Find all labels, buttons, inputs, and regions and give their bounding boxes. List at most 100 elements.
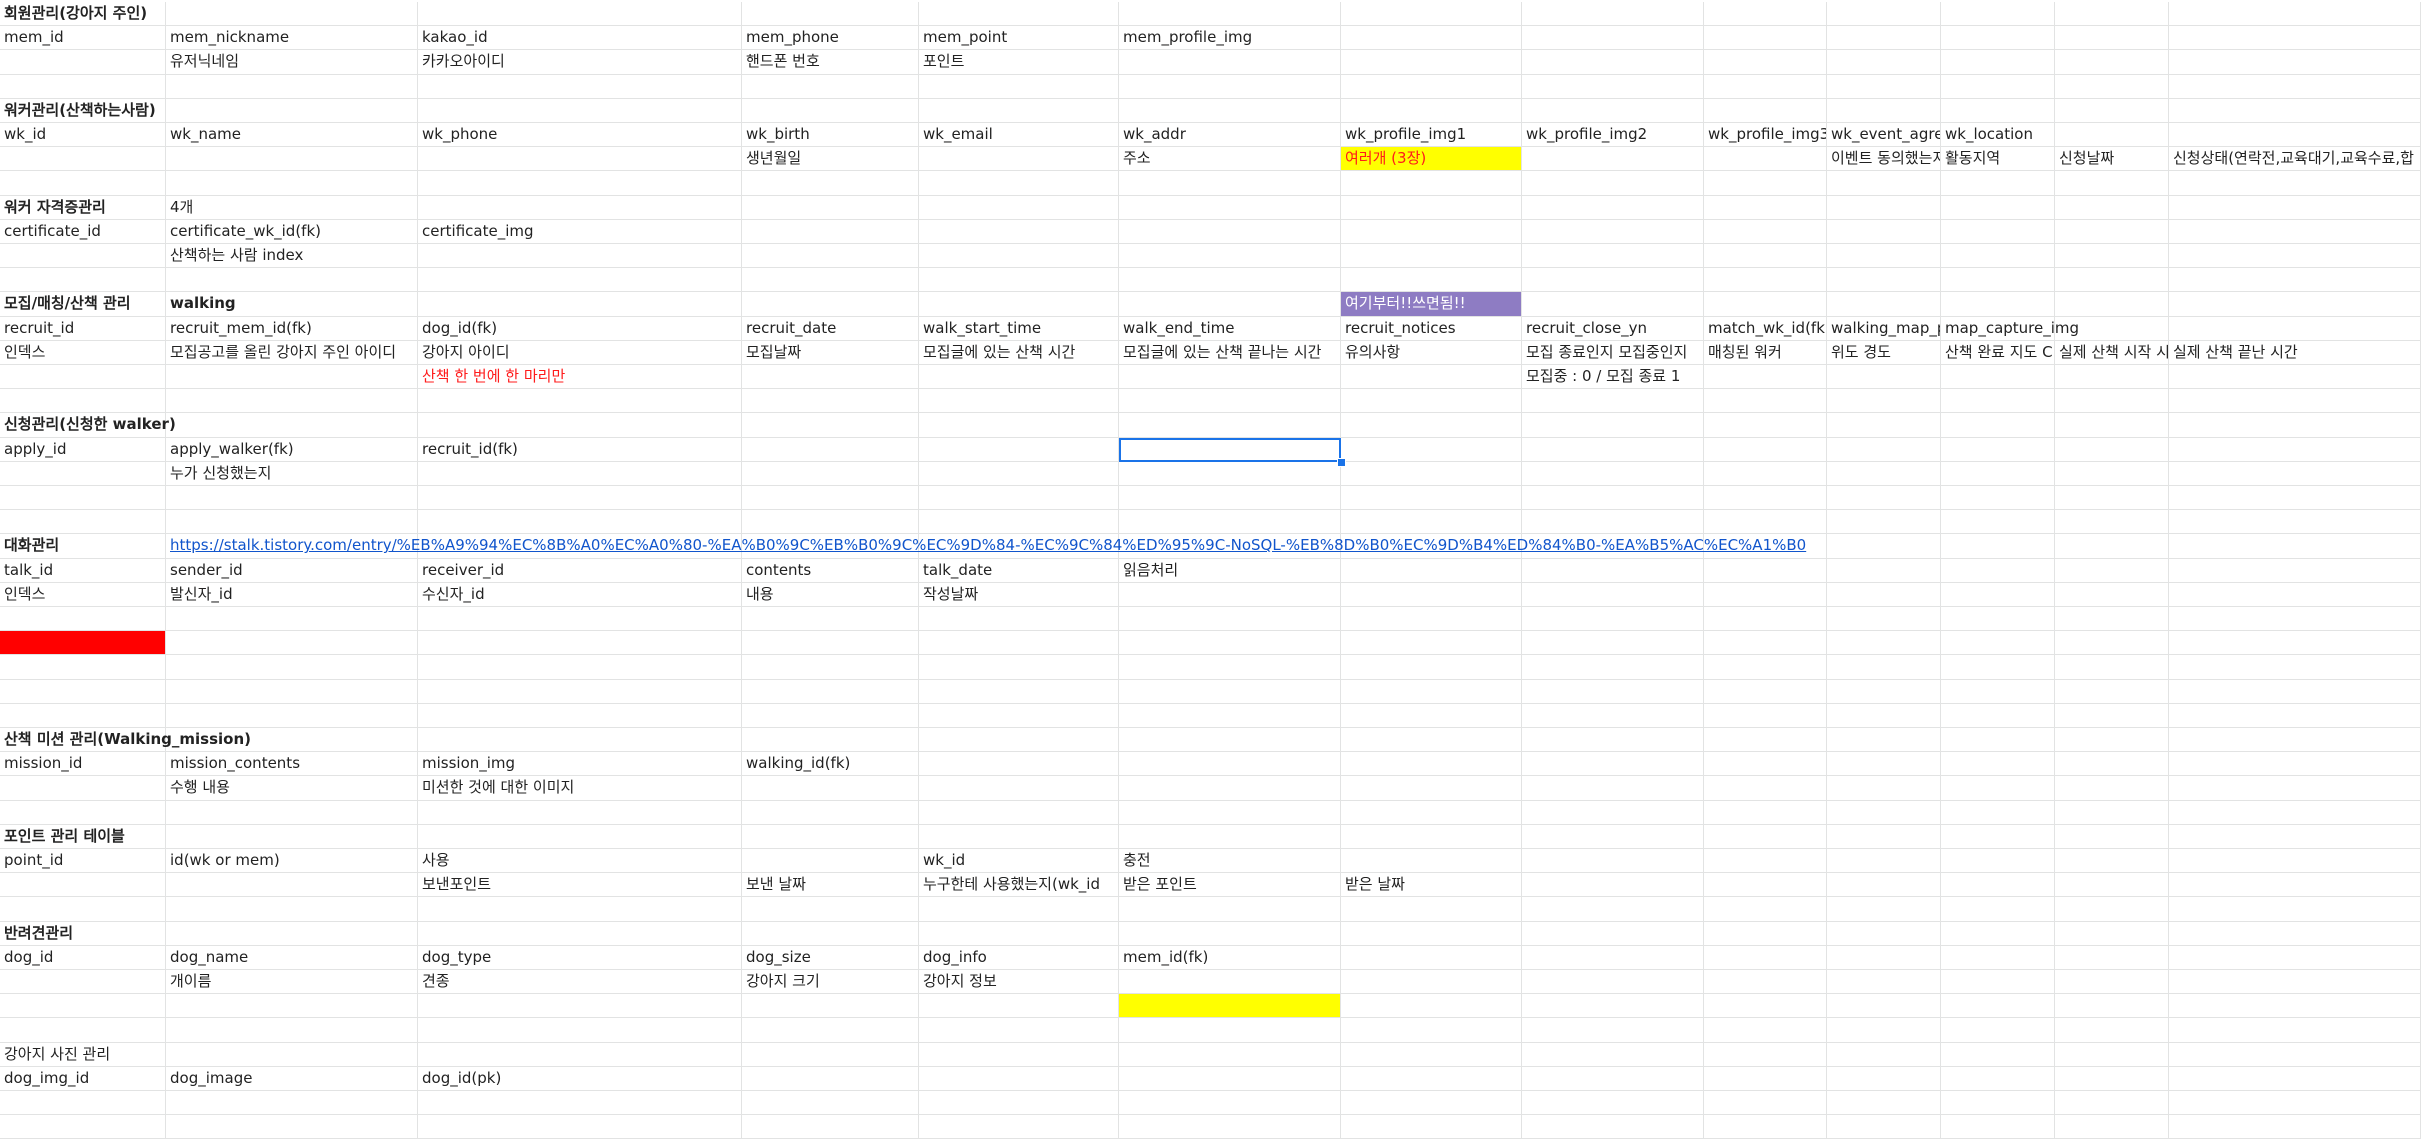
cell[interactable] [2169, 970, 2421, 995]
cell[interactable] [1941, 1042, 2055, 1067]
cell[interactable] [742, 1042, 919, 1067]
cell[interactable] [1941, 510, 2055, 535]
cell[interactable]: 실제 산책 끝난 시간 [2169, 340, 2421, 365]
cell[interactable] [1341, 800, 1522, 825]
cell[interactable] [2169, 558, 2421, 583]
cell[interactable] [919, 728, 1119, 753]
cell[interactable] [2055, 631, 2169, 656]
cell[interactable] [1119, 1042, 1341, 1067]
cell[interactable] [742, 994, 919, 1019]
cell[interactable]: dog_id [0, 945, 166, 970]
cell[interactable]: 활동지역 [1941, 147, 2055, 172]
cell[interactable]: dog_image [166, 1066, 418, 1091]
cell[interactable] [1522, 728, 1704, 753]
cell[interactable] [1704, 873, 1827, 898]
cell[interactable] [1827, 389, 1941, 414]
cell[interactable]: 산책 미션 관리(Walking_mission) [0, 728, 251, 753]
cell[interactable] [742, 1066, 919, 1091]
cell[interactable] [742, 849, 919, 874]
cell[interactable] [1941, 268, 2055, 293]
cell[interactable] [1522, 994, 1704, 1019]
cell[interactable] [1119, 292, 1341, 317]
cell[interactable] [166, 824, 418, 849]
cell[interactable] [742, 244, 919, 269]
cell[interactable] [919, 1066, 1119, 1091]
cell[interactable] [166, 607, 418, 632]
cell[interactable] [0, 776, 166, 801]
cell[interactable] [2055, 123, 2169, 148]
cell[interactable] [1341, 1018, 1522, 1043]
cell[interactable] [2169, 582, 2421, 607]
cell[interactable] [2169, 776, 2421, 801]
cell[interactable] [1827, 679, 1941, 704]
cell[interactable] [1341, 1091, 1522, 1116]
cell[interactable] [2055, 582, 2169, 607]
cell[interactable] [1704, 607, 1827, 632]
cell[interactable]: sender_id [166, 558, 418, 583]
cell[interactable]: certificate_img [418, 219, 742, 244]
cell[interactable] [1522, 171, 1704, 196]
cell[interactable] [1341, 461, 1522, 486]
cell[interactable] [2055, 413, 2169, 438]
cell[interactable] [1119, 582, 1341, 607]
cell[interactable] [166, 147, 418, 172]
cell[interactable] [742, 98, 919, 123]
cell[interactable] [1941, 728, 2055, 753]
cell[interactable]: 모집글에 있는 산책 시간 [919, 340, 1119, 365]
cell[interactable] [1341, 752, 1522, 777]
cell[interactable] [2169, 752, 2421, 777]
cell[interactable]: mem_nickname [166, 26, 418, 51]
cell[interactable] [2169, 631, 2421, 656]
cell[interactable] [919, 1091, 1119, 1116]
cell[interactable] [1827, 752, 1941, 777]
cell[interactable]: mem_id(fk) [1119, 945, 1341, 970]
cell[interactable] [919, 994, 1119, 1019]
cell[interactable] [919, 98, 1119, 123]
cell[interactable] [1941, 703, 2055, 728]
cell[interactable] [2169, 703, 2421, 728]
cell[interactable] [1704, 970, 1827, 995]
cell[interactable] [1827, 1091, 1941, 1116]
cell[interactable]: dog_size [742, 945, 919, 970]
cell[interactable]: 누구한테 사용했는지(wk_id [919, 873, 1119, 898]
cell[interactable] [1341, 994, 1522, 1019]
cell[interactable] [1941, 970, 2055, 995]
cell[interactable] [2169, 316, 2421, 341]
cell[interactable] [2169, 26, 2421, 51]
cell[interactable] [2169, 897, 2421, 922]
cell[interactable] [2169, 607, 2421, 632]
cell[interactable] [919, 679, 1119, 704]
cell[interactable] [2055, 1042, 2169, 1067]
cell[interactable] [166, 1042, 418, 1067]
cell[interactable] [1827, 728, 1941, 753]
cell[interactable] [1941, 824, 2055, 849]
cell[interactable] [1119, 897, 1341, 922]
cell[interactable] [1341, 244, 1522, 269]
cell[interactable] [1941, 994, 2055, 1019]
cell[interactable]: wk_id [0, 123, 166, 148]
cell[interactable] [1827, 486, 1941, 511]
cell[interactable] [1522, 703, 1704, 728]
cell[interactable] [1119, 461, 1341, 486]
cell[interactable] [1827, 461, 1941, 486]
cell[interactable] [1941, 244, 2055, 269]
cell[interactable] [1827, 219, 1941, 244]
cell[interactable] [1522, 510, 1704, 535]
cell[interactable]: 회원관리(강아지 주인) [0, 2, 166, 27]
cell[interactable]: 포인트 관리 테이블 [0, 824, 166, 849]
cell[interactable] [1704, 849, 1827, 874]
cell[interactable] [1522, 292, 1704, 317]
cell[interactable] [919, 631, 1119, 656]
cell[interactable] [1522, 195, 1704, 220]
cell[interactable] [418, 897, 742, 922]
cell[interactable] [1704, 389, 1827, 414]
cell[interactable] [1941, 74, 2055, 99]
cell[interactable] [1941, 389, 2055, 414]
cell[interactable] [1119, 219, 1341, 244]
cell[interactable]: wk_email [919, 123, 1119, 148]
cell[interactable] [1704, 147, 1827, 172]
cell[interactable] [418, 510, 742, 535]
cell[interactable]: 강아지 아이디 [418, 340, 742, 365]
cell[interactable]: wk_profile_img2 [1522, 123, 1704, 148]
cell[interactable] [1341, 98, 1522, 123]
